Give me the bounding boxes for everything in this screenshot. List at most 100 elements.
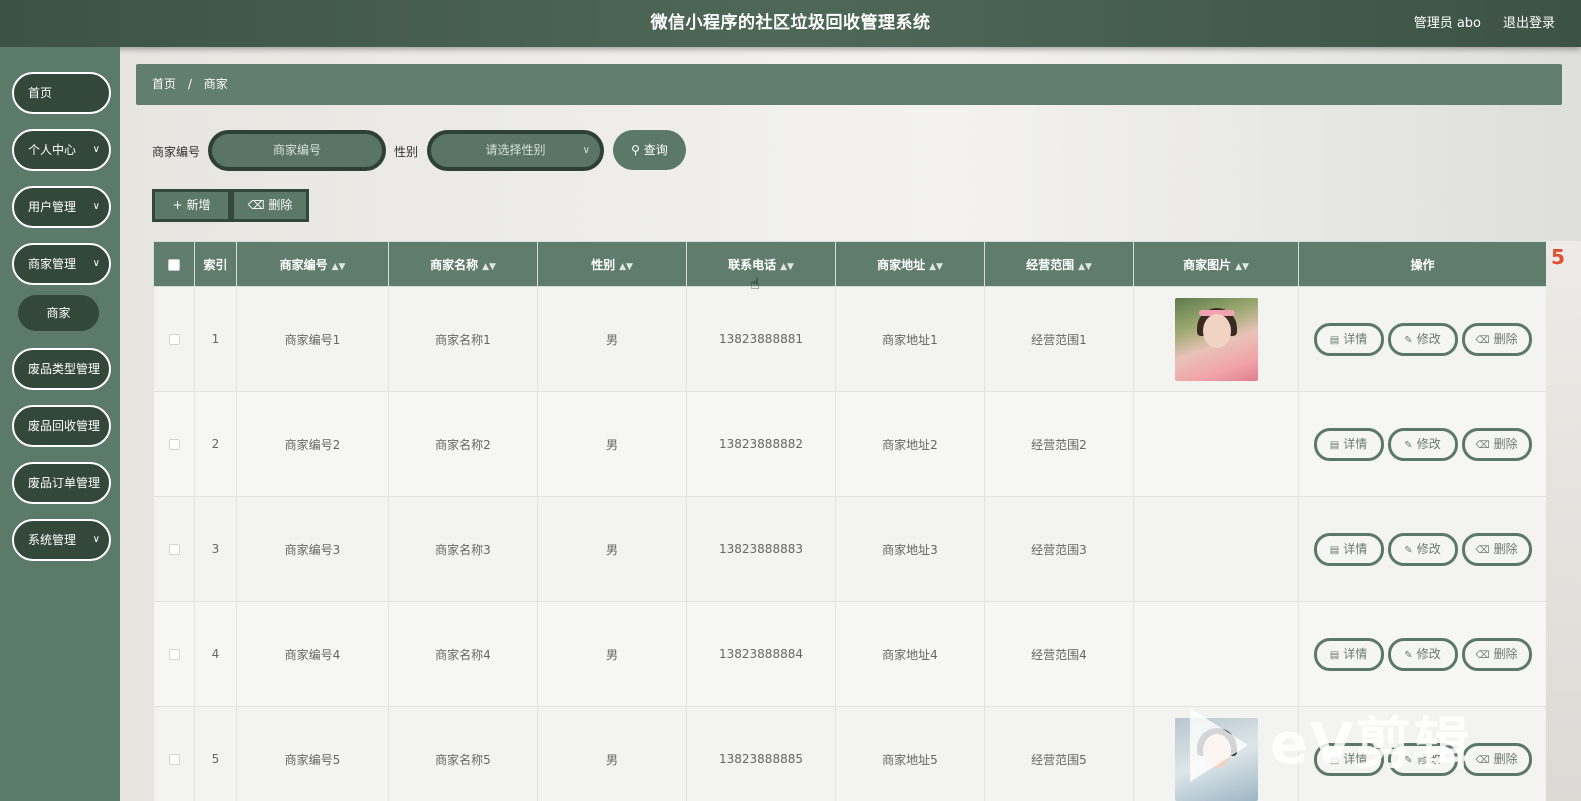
sort-icon[interactable]: ▲▼ bbox=[332, 262, 346, 272]
chevron-down-icon: ∨ bbox=[92, 144, 100, 155]
cell-scope: 经营范围4 bbox=[984, 601, 1134, 707]
row-checkbox[interactable] bbox=[168, 439, 180, 450]
row-select-cell[interactable] bbox=[153, 391, 195, 497]
document-icon: ▤ bbox=[1329, 754, 1340, 766]
sort-icon[interactable]: ▲▼ bbox=[482, 262, 496, 272]
delete-button[interactable]: ⌫ 删除 bbox=[1461, 742, 1532, 776]
top-header: 微信小程序的社区垃圾回收管理系统 管理员 abo 退出登录 bbox=[0, 0, 1581, 47]
merchant-image[interactable] bbox=[1174, 717, 1258, 801]
add-button[interactable]: + 新增 bbox=[152, 189, 231, 222]
row-checkbox[interactable] bbox=[168, 649, 180, 660]
sort-icon[interactable]: ▲▼ bbox=[929, 262, 943, 272]
trash-icon: ⌫ bbox=[247, 198, 265, 212]
detail-button[interactable]: ▤ 详情 bbox=[1313, 532, 1384, 566]
edit-button[interactable]: ✎ 修改 bbox=[1387, 742, 1458, 776]
cell-merchant-name: 商家名称4 bbox=[388, 601, 538, 707]
cell-operations: ▤ 详情 ✎ 修改 ⌫ 删除 bbox=[1298, 496, 1547, 602]
cell-address: 商家地址2 bbox=[835, 391, 985, 497]
gender-select[interactable]: 请选择性别 ∨ bbox=[427, 130, 604, 171]
detail-button[interactable]: ▤ 详情 bbox=[1313, 427, 1384, 461]
detail-label: 详情 bbox=[1343, 751, 1368, 766]
col-merchant-no[interactable]: 商家编号 ▲▼ bbox=[236, 241, 389, 287]
sidebar-item-merchant-management[interactable]: 商家管理 ∨ bbox=[12, 243, 111, 285]
trash-icon: ⌫ bbox=[1475, 754, 1490, 766]
cell-phone: 13823888885 bbox=[686, 706, 836, 801]
col-scope[interactable]: 经营范围 ▲▼ bbox=[984, 241, 1134, 287]
sidebar-item-label: 个人中心 bbox=[28, 143, 77, 157]
cell-address: 商家地址4 bbox=[835, 601, 985, 707]
table-row: 3 商家编号3 商家名称3 男 13823888883 商家地址3 经营范围3 … bbox=[153, 496, 1547, 602]
merchant-no-input[interactable]: 商家编号 bbox=[208, 130, 386, 171]
cell-address: 商家地址5 bbox=[835, 706, 985, 801]
sidebar-item-personal-center[interactable]: 个人中心 ∨ bbox=[12, 129, 111, 171]
cell-merchant-no: 商家编号5 bbox=[236, 706, 389, 801]
sort-icon[interactable]: ▲▼ bbox=[1078, 262, 1092, 272]
delete-button[interactable]: ⌫ 删除 bbox=[1461, 532, 1532, 566]
cell-image bbox=[1133, 601, 1299, 707]
cell-gender: 男 bbox=[537, 286, 687, 392]
batch-delete-label: 删除 bbox=[268, 198, 293, 212]
col-merchant-name[interactable]: 商家名称 ▲▼ bbox=[388, 241, 538, 287]
edit-button[interactable]: ✎ 修改 bbox=[1387, 637, 1458, 671]
sidebar-item-home[interactable]: 首页 bbox=[12, 72, 111, 114]
row-select-cell[interactable] bbox=[153, 496, 195, 602]
cell-gender: 男 bbox=[537, 391, 687, 497]
delete-button[interactable]: ⌫ 删除 bbox=[1461, 427, 1532, 461]
cell-scope: 经营范围1 bbox=[984, 286, 1134, 392]
sidebar-subitem-merchant[interactable]: 商家 bbox=[18, 295, 99, 331]
query-button[interactable]: ⚲ 查询 bbox=[613, 130, 686, 170]
row-checkbox[interactable] bbox=[168, 754, 180, 765]
cell-scope: 经营范围2 bbox=[984, 391, 1134, 497]
logout-link[interactable]: 退出登录 bbox=[1503, 0, 1555, 47]
sort-icon[interactable]: ▲▼ bbox=[780, 262, 794, 272]
edit-button[interactable]: ✎ 修改 bbox=[1387, 532, 1458, 566]
edit-button[interactable]: ✎ 修改 bbox=[1387, 427, 1458, 461]
breadcrumb-home[interactable]: 首页 bbox=[152, 77, 176, 91]
col-address[interactable]: 商家地址 ▲▼ bbox=[835, 241, 985, 287]
detail-button[interactable]: ▤ 详情 bbox=[1313, 742, 1384, 776]
merchant-image[interactable] bbox=[1174, 297, 1258, 381]
query-button-label: 查询 bbox=[643, 143, 668, 157]
trash-icon: ⌫ bbox=[1475, 649, 1490, 661]
sidebar-item-waste-recycling-management[interactable]: 废品回收管理 bbox=[12, 405, 111, 447]
edit-button[interactable]: ✎ 修改 bbox=[1387, 322, 1458, 356]
cell-operations: ▤ 详情 ✎ 修改 ⌫ 删除 bbox=[1298, 706, 1547, 801]
select-all-cell[interactable] bbox=[153, 241, 195, 287]
gender-select-placeholder: 请选择性别 bbox=[485, 143, 546, 157]
edit-label: 修改 bbox=[1416, 646, 1441, 661]
row-checkbox[interactable] bbox=[168, 334, 180, 345]
detail-label: 详情 bbox=[1343, 646, 1368, 661]
row-select-cell[interactable] bbox=[153, 706, 195, 801]
sidebar-item-waste-order-management[interactable]: 废品订单管理 bbox=[12, 462, 111, 504]
select-all-checkbox[interactable] bbox=[168, 258, 180, 271]
cell-index: 5 bbox=[194, 706, 237, 801]
row-select-cell[interactable] bbox=[153, 601, 195, 707]
sidebar-item-label: 废品订单管理 bbox=[28, 476, 101, 490]
detail-button[interactable]: ▤ 详情 bbox=[1313, 637, 1384, 671]
col-image[interactable]: 商家图片 ▲▼ bbox=[1133, 241, 1299, 287]
cell-image bbox=[1133, 391, 1299, 497]
pencil-icon: ✎ bbox=[1404, 649, 1413, 661]
cell-scope: 经营范围5 bbox=[984, 706, 1134, 801]
row-select-cell[interactable] bbox=[153, 286, 195, 392]
sidebar-item-waste-type-management[interactable]: 废品类型管理 bbox=[12, 348, 111, 390]
col-phone[interactable]: 联系电话 ▲▼ bbox=[686, 241, 836, 287]
detail-label: 详情 bbox=[1343, 331, 1368, 346]
sort-icon[interactable]: ▲▼ bbox=[619, 262, 633, 272]
delete-button[interactable]: ⌫ 删除 bbox=[1461, 322, 1532, 356]
col-label: 商家图片 bbox=[1183, 257, 1232, 272]
delete-button[interactable]: ⌫ 删除 bbox=[1461, 637, 1532, 671]
pencil-icon: ✎ bbox=[1404, 334, 1413, 346]
cell-gender: 男 bbox=[537, 601, 687, 707]
cell-merchant-no: 商家编号2 bbox=[236, 391, 389, 497]
sidebar-item-system-management[interactable]: 系统管理 ∨ bbox=[12, 519, 111, 561]
chevron-down-icon: ∨ bbox=[92, 258, 100, 269]
row-checkbox[interactable] bbox=[168, 544, 180, 555]
col-gender[interactable]: 性别 ▲▼ bbox=[537, 241, 687, 287]
batch-delete-button[interactable]: ⌫ 删除 bbox=[231, 189, 309, 222]
html5-logo-icon: 5 bbox=[1551, 245, 1565, 269]
detail-button[interactable]: ▤ 详情 bbox=[1313, 322, 1384, 356]
sidebar-item-user-management[interactable]: 用户管理 ∨ bbox=[12, 186, 111, 228]
sidebar-item-label: 废品回收管理 bbox=[28, 419, 101, 433]
sort-icon[interactable]: ▲▼ bbox=[1235, 262, 1249, 272]
